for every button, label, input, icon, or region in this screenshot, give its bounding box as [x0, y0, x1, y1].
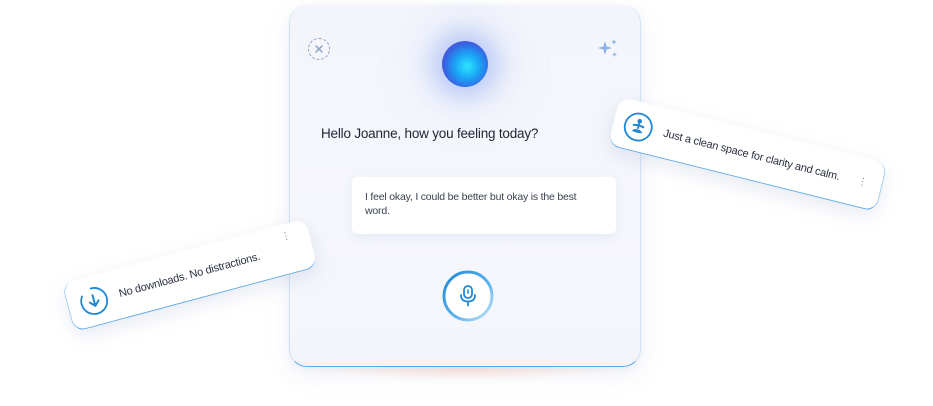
- sparkle-icon[interactable]: [596, 37, 620, 61]
- close-icon: [315, 45, 323, 53]
- chip-clarity[interactable]: Just a clean space for clarity and calm.…: [607, 96, 888, 213]
- user-reply-bubble: I feel okay, I could be better but okay …: [352, 177, 616, 234]
- chip-clarity-text: Just a clean space for clarity and calm.: [662, 127, 842, 183]
- close-button[interactable]: [308, 38, 330, 60]
- chip-no-downloads-text: No downloads. No distractions.: [117, 250, 262, 300]
- user-reply-text: I feel okay, I could be better but okay …: [365, 191, 577, 217]
- stage: Hello Joanne, how you feeling today? I f…: [0, 0, 933, 406]
- download-icon: [76, 282, 113, 319]
- microphone-icon: [460, 285, 476, 307]
- more-vertical-icon[interactable]: ⋮: [280, 230, 293, 243]
- meditation-icon: [620, 108, 656, 144]
- microphone-button[interactable]: [442, 270, 494, 322]
- assistant-card: Hello Joanne, how you feeling today? I f…: [289, 5, 641, 367]
- assistant-greeting: Hello Joanne, how you feeling today?: [321, 126, 539, 141]
- more-vertical-icon[interactable]: ⋮: [856, 176, 868, 189]
- chip-no-downloads[interactable]: No downloads. No distractions. ⋮: [61, 218, 318, 333]
- assistant-orb: [442, 41, 488, 87]
